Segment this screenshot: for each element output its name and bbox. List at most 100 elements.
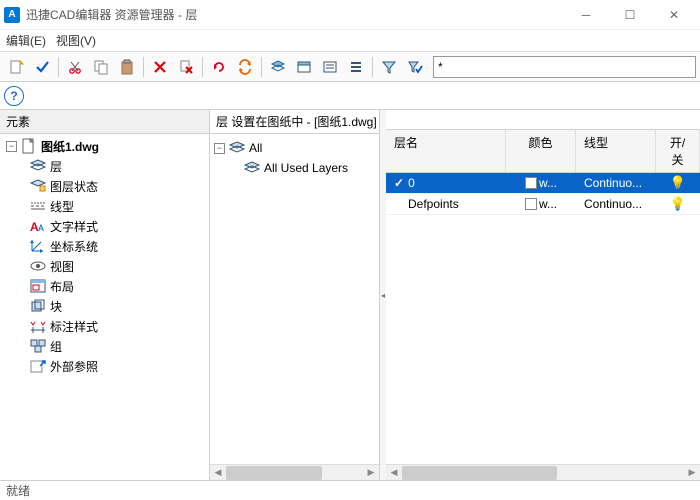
item-icon bbox=[30, 158, 46, 174]
tree-item-label: 层 bbox=[50, 158, 62, 175]
cut-icon[interactable] bbox=[63, 55, 87, 79]
paste-icon[interactable] bbox=[115, 55, 139, 79]
col-color[interactable]: 颜色 bbox=[506, 130, 576, 172]
close-button[interactable]: ✕ bbox=[652, 0, 696, 30]
tree-item-label: 外部参照 bbox=[50, 358, 98, 375]
tree-item[interactable]: 布局 bbox=[2, 276, 207, 296]
toolbar bbox=[0, 52, 700, 82]
tree-item-label: 块 bbox=[50, 298, 62, 315]
window-title: 迅捷CAD编辑器 资源管理器 - 层 bbox=[26, 6, 564, 23]
tree-root[interactable]: − 图纸1.dwg bbox=[2, 136, 207, 156]
tree-item[interactable]: 组 bbox=[2, 336, 207, 356]
menubar: 编辑(E) 视图(V) bbox=[0, 30, 700, 52]
layer-groups-header: 层 设置在图纸中 - [图纸1.dwg] bbox=[210, 110, 379, 134]
tree-item[interactable]: Aᴀ文字样式 bbox=[2, 216, 207, 236]
table-row[interactable]: ✓0w...Continuo...💡 bbox=[386, 173, 700, 194]
group-all-label: All bbox=[249, 141, 262, 155]
item-icon bbox=[30, 178, 46, 194]
tree-item[interactable]: 视图 bbox=[2, 256, 207, 276]
app-logo: A bbox=[4, 7, 20, 23]
group-used[interactable]: All Used Layers bbox=[214, 158, 375, 178]
collapse-icon[interactable]: − bbox=[6, 141, 17, 152]
table-row[interactable]: Defpointsw...Continuo... 💡 bbox=[386, 194, 700, 215]
cell-color[interactable]: w... bbox=[506, 174, 576, 192]
detail-icon[interactable] bbox=[318, 55, 342, 79]
cell-color[interactable]: w... bbox=[506, 195, 576, 213]
collapse-icon[interactable]: − bbox=[214, 143, 225, 154]
elements-panel-title: 元素 bbox=[0, 110, 209, 134]
sync-icon[interactable] bbox=[233, 55, 257, 79]
layers-group-icon[interactable] bbox=[266, 55, 290, 79]
help-icon[interactable]: ? bbox=[4, 86, 24, 106]
document-icon bbox=[21, 138, 37, 154]
cell-name: Defpoints bbox=[386, 195, 506, 213]
color-swatch bbox=[525, 177, 537, 189]
item-icon bbox=[30, 318, 46, 334]
minimize-button[interactable]: ─ bbox=[564, 0, 608, 30]
bulb-icon: 💡 bbox=[670, 196, 686, 212]
tree-item-label: 视图 bbox=[50, 258, 74, 275]
table-scrollbar[interactable]: ◀▶ bbox=[386, 464, 700, 480]
status-text: 就绪 bbox=[6, 482, 30, 499]
tree-item[interactable]: 块 bbox=[2, 296, 207, 316]
col-name[interactable]: 层名 bbox=[386, 130, 506, 172]
group-used-label: All Used Layers bbox=[264, 161, 348, 175]
check-icon[interactable] bbox=[30, 55, 54, 79]
layers-table-panel: 层名 颜色 线型 开/关 ✓0w...Continuo...💡Defpoints… bbox=[386, 110, 700, 480]
copy-icon[interactable] bbox=[89, 55, 113, 79]
statusbar: 就绪 bbox=[0, 480, 700, 500]
tree-item[interactable]: 图层状态 bbox=[2, 176, 207, 196]
filter-apply-icon[interactable] bbox=[403, 55, 427, 79]
cell-linetype[interactable]: Continuo... bbox=[576, 174, 656, 192]
filter-icon[interactable] bbox=[377, 55, 401, 79]
cell-onoff[interactable]: 💡 bbox=[656, 173, 700, 193]
menu-view[interactable]: 视图(V) bbox=[56, 32, 96, 49]
tree-item[interactable]: 外部参照 bbox=[2, 356, 207, 376]
titlebar: A 迅捷CAD编辑器 资源管理器 - 层 ─ ☐ ✕ bbox=[0, 0, 700, 30]
tree-item-label: 文字样式 bbox=[50, 218, 98, 235]
tree-item[interactable]: 层 bbox=[2, 156, 207, 176]
layers-table: 层名 颜色 线型 开/关 ✓0w...Continuo...💡Defpoints… bbox=[386, 130, 700, 464]
tree-item-label: 图层状态 bbox=[50, 178, 98, 195]
item-icon: Aᴀ bbox=[30, 218, 46, 234]
tree-item-label: 坐标系统 bbox=[50, 238, 98, 255]
layers-icon bbox=[244, 160, 260, 176]
helpbar: ? bbox=[0, 82, 700, 110]
delete-icon[interactable] bbox=[148, 55, 172, 79]
cell-linetype[interactable]: Continuo... bbox=[576, 195, 656, 213]
item-icon bbox=[30, 278, 46, 294]
item-icon bbox=[30, 358, 46, 374]
col-linetype[interactable]: 线型 bbox=[576, 130, 656, 172]
item-icon bbox=[30, 198, 46, 214]
tree-item[interactable]: 线型 bbox=[2, 196, 207, 216]
window-icon[interactable] bbox=[292, 55, 316, 79]
color-swatch bbox=[525, 198, 537, 210]
item-icon bbox=[30, 338, 46, 354]
table-header: 层名 颜色 线型 开/关 bbox=[386, 130, 700, 173]
bulb-icon: 💡 bbox=[670, 175, 686, 191]
item-icon bbox=[30, 238, 46, 254]
elements-panel: 元素 − 图纸1.dwg 层图层状态线型Aᴀ文字样式坐标系统视图布局块标注样式组… bbox=[0, 110, 210, 480]
cell-onoff[interactable]: 💡 bbox=[656, 194, 700, 214]
menu-edit[interactable]: 编辑(E) bbox=[6, 32, 46, 49]
tree-root-label: 图纸1.dwg bbox=[41, 138, 99, 155]
item-icon bbox=[30, 298, 46, 314]
col-onoff[interactable]: 开/关 bbox=[656, 130, 700, 172]
list-icon[interactable] bbox=[344, 55, 368, 79]
layer-groups-panel: 层 设置在图纸中 - [图纸1.dwg] − All All Used Laye… bbox=[210, 110, 380, 480]
tree-item-label: 布局 bbox=[50, 278, 74, 295]
tree-item[interactable]: 标注样式 bbox=[2, 316, 207, 336]
layer-groups-tree[interactable]: − All All Used Layers bbox=[210, 134, 379, 464]
new-icon[interactable] bbox=[4, 55, 28, 79]
svg-text:ᴀ: ᴀ bbox=[38, 220, 44, 233]
refresh-icon[interactable] bbox=[207, 55, 231, 79]
filter-input[interactable] bbox=[433, 56, 696, 78]
maximize-button[interactable]: ☐ bbox=[608, 0, 652, 30]
group-all[interactable]: − All bbox=[214, 138, 375, 158]
check-icon: ✓ bbox=[394, 176, 404, 190]
mid-scrollbar[interactable]: ◀▶ bbox=[210, 464, 379, 480]
purge-icon[interactable] bbox=[174, 55, 198, 79]
tree-item-label: 组 bbox=[50, 338, 62, 355]
elements-tree[interactable]: − 图纸1.dwg 层图层状态线型Aᴀ文字样式坐标系统视图布局块标注样式组外部参… bbox=[0, 134, 209, 480]
tree-item[interactable]: 坐标系统 bbox=[2, 236, 207, 256]
